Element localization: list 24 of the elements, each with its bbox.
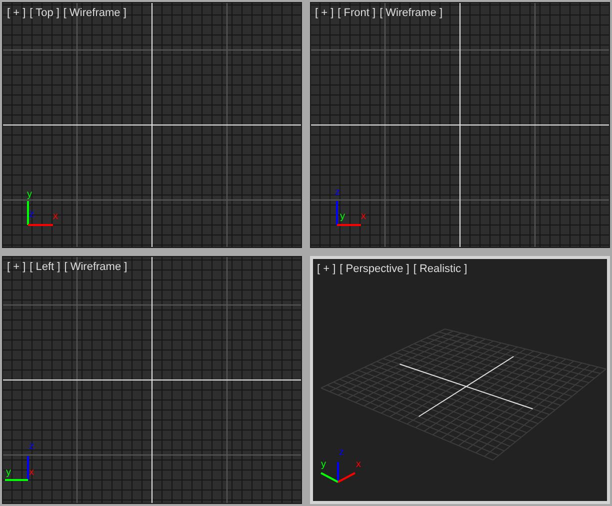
- view-label[interactable]: [ Left ]: [30, 260, 60, 274]
- axis-label: x: [53, 211, 58, 222]
- view-label[interactable]: [ Front ]: [338, 6, 376, 20]
- view-label[interactable]: [ Top ]: [30, 6, 60, 20]
- axis-label: y: [27, 189, 32, 200]
- axis-label: y: [321, 459, 326, 470]
- shading-label[interactable]: [ Wireframe ]: [380, 6, 443, 20]
- shading-label[interactable]: [ Wireframe ]: [64, 260, 128, 274]
- shading-label[interactable]: [ Realistic ]: [413, 262, 468, 276]
- shading-label[interactable]: [ Wireframe ]: [63, 6, 126, 20]
- axis-label: y: [340, 211, 345, 222]
- viewport-menu[interactable]: [ + ]: [7, 6, 26, 20]
- axis-label: y: [6, 467, 11, 478]
- viewport-menu[interactable]: [ + ]: [317, 262, 336, 276]
- view-label[interactable]: [ Perspective ]: [340, 262, 410, 276]
- axis-label: z: [339, 447, 344, 458]
- axis-label: x: [356, 459, 361, 470]
- axis-label: z: [29, 441, 34, 452]
- viewport-menu[interactable]: [ + ]: [7, 260, 26, 274]
- axis-label: x: [361, 211, 366, 222]
- viewport-menu[interactable]: [ + ]: [315, 6, 334, 20]
- axis-label: z: [335, 187, 340, 198]
- axis-label: x: [29, 467, 34, 478]
- axis-label: z: [29, 209, 34, 220]
